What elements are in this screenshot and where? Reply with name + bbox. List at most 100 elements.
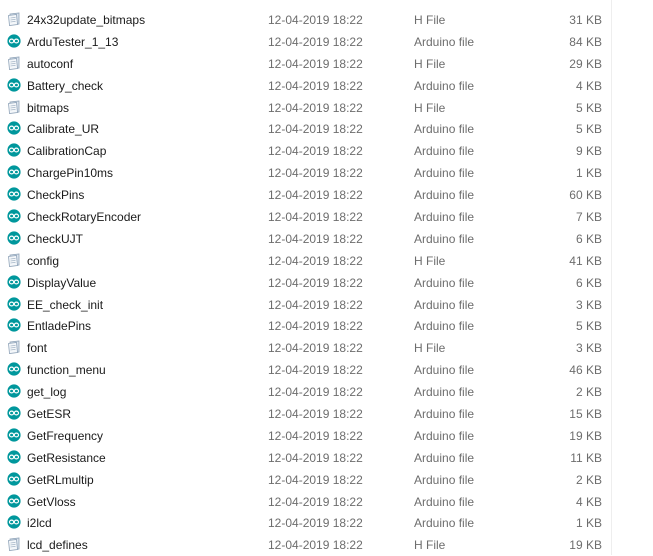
- file-date-modified: 12-04-2019 18:22: [268, 78, 363, 93]
- file-date-modified: 12-04-2019 18:22: [268, 297, 363, 312]
- file-size: 5 KB: [575, 319, 602, 334]
- arduino-file-icon: [7, 362, 21, 376]
- file-name: font: [27, 341, 48, 356]
- file-type: Arduino file: [414, 428, 475, 443]
- file-size: 19 KB: [569, 428, 602, 443]
- file-size: 5 KB: [575, 122, 602, 137]
- file-size: 84 KB: [569, 34, 602, 49]
- h-file-icon: [7, 253, 21, 267]
- file-row[interactable]: Battery_check 12-04-2019 18:22 Arduino fil…: [0, 75, 653, 97]
- file-type: H File: [414, 538, 446, 553]
- file-size: 1 KB: [575, 166, 602, 181]
- file-name: EE_check_init: [27, 297, 104, 312]
- file-date-modified: 12-04-2019 18:22: [268, 516, 363, 531]
- file-row[interactable]: GetFrequency 12-04-2019 18:22 Arduino file…: [0, 425, 653, 447]
- file-row[interactable]: bitmaps 12-04-2019 18:22 H File 5 KB: [0, 97, 653, 119]
- file-row[interactable]: GetVloss 12-04-2019 18:22 Arduino file 4 KB: [0, 491, 653, 513]
- file-row[interactable]: EE_check_init 12-04-2019 18:22 Arduino fil…: [0, 294, 653, 316]
- file-size: 4 KB: [575, 494, 602, 509]
- file-date-modified: 12-04-2019 18:22: [268, 188, 363, 203]
- file-date-modified: 12-04-2019 18:22: [268, 363, 363, 378]
- arduino-file-icon: [7, 231, 21, 245]
- file-type: H File: [414, 13, 446, 27]
- file-date-modified: 12-04-2019 18:22: [268, 538, 363, 553]
- file-type: Arduino file: [414, 231, 475, 246]
- file-date-modified: 12-04-2019 18:22: [268, 341, 363, 356]
- arduino-file-icon: [7, 78, 21, 92]
- file-name: CheckPins: [27, 188, 85, 203]
- file-row[interactable]: CalibrationCap 12-04-2019 18:22 Arduino fi…: [0, 140, 653, 162]
- file-row[interactable]: GetESR 12-04-2019 18:22 Arduino file 15 KB: [0, 403, 653, 425]
- file-date-modified: 12-04-2019 18:22: [268, 494, 363, 509]
- file-size: 1 KB: [575, 516, 602, 531]
- file-name: GetRLmultip: [27, 472, 94, 487]
- file-date-modified: 12-04-2019 18:22: [268, 144, 363, 159]
- file-row[interactable]: lcd_defines 12-04-2019 18:22 H File 19 KB: [0, 534, 653, 556]
- file-row[interactable]: font 12-04-2019 18:22 H File 3 KB: [0, 337, 653, 359]
- arduino-file-icon: [7, 296, 21, 311]
- arduino-file-icon: [7, 143, 21, 157]
- file-row[interactable]: function_menu 12-04-2019 18:22 Arduino fil…: [0, 359, 653, 381]
- file-name: Calibrate_UR: [27, 122, 100, 137]
- file-size: 4 KB: [575, 78, 602, 93]
- file-date-modified: 12-04-2019 18:22: [268, 319, 363, 334]
- file-row[interactable]: Calibrate_UR 12-04-2019 18:22 Arduino file…: [0, 118, 653, 140]
- file-name: CheckRotaryEncoder: [27, 210, 142, 225]
- file-size: 60 KB: [569, 188, 602, 203]
- arduino-file-icon: [7, 209, 21, 223]
- file-size: 19 KB: [569, 538, 602, 553]
- file-name: function_menu: [27, 363, 106, 378]
- file-type: Arduino file: [414, 407, 475, 422]
- file-name: bitmaps: [27, 100, 70, 115]
- file-name: Battery_check: [27, 78, 104, 93]
- file-type: Arduino file: [414, 34, 475, 49]
- file-row[interactable]: GetRLmultip 12-04-2019 18:22 Arduino file 2…: [0, 469, 653, 491]
- h-file-icon: [7, 537, 21, 552]
- file-size: 11 KB: [570, 450, 602, 465]
- arduino-file-icon: [7, 384, 21, 398]
- file-date-modified: 12-04-2019 18:22: [268, 100, 363, 115]
- file-row[interactable]: CheckRotaryEncoder 12-04-2019 18:22 Arduin…: [0, 206, 653, 228]
- file-type: Arduino file: [414, 188, 475, 203]
- file-date-modified: 12-04-2019 18:22: [268, 166, 363, 181]
- file-date-modified: 12-04-2019 18:22: [268, 385, 363, 400]
- file-type: H File: [414, 253, 446, 268]
- file-name: GetVloss: [27, 494, 76, 509]
- file-size: 29 KB: [569, 56, 602, 71]
- file-name: CheckUJT: [27, 231, 84, 246]
- file-name: GetESR: [27, 407, 72, 422]
- file-type: H File: [414, 341, 446, 356]
- file-row[interactable]: autoconf 12-04-2019 18:22 H File 29 KB: [0, 53, 653, 75]
- file-row[interactable]: DisplayValue 12-04-2019 18:22 Arduino file…: [0, 272, 653, 294]
- file-name: GetFrequency: [27, 428, 104, 443]
- file-type: Arduino file: [414, 385, 475, 400]
- file-date-modified: 12-04-2019 18:22: [268, 428, 363, 443]
- file-name: GetResistance: [27, 450, 106, 465]
- file-row[interactable]: GetResistance 12-04-2019 18:22 Arduino fil…: [0, 447, 653, 469]
- file-row[interactable]: get_log 12-04-2019 18:22 Arduino file 2 KB: [0, 381, 653, 403]
- file-date-modified: 12-04-2019 18:22: [268, 275, 363, 290]
- file-type: Arduino file: [414, 166, 475, 181]
- arduino-file-icon: [7, 34, 21, 48]
- file-row[interactable]: CheckUJT 12-04-2019 18:22 Arduino file 6 KB: [0, 228, 653, 250]
- file-row[interactable]: config 12-04-2019 18:22 H File 41 KB: [0, 250, 653, 272]
- file-row[interactable]: i2lcd 12-04-2019 18:22 Arduino file 1 KB: [0, 512, 653, 534]
- file-date-modified: 12-04-2019 18:22: [268, 231, 363, 246]
- file-type: Arduino file: [414, 319, 475, 334]
- file-date-modified: 12-04-2019 18:22: [268, 210, 363, 225]
- arduino-file-icon: [7, 493, 21, 508]
- file-row[interactable]: ArduTester_1_13 12-04-2019 18:22 Arduino f…: [0, 31, 653, 53]
- file-row[interactable]: ChargePin10ms 12-04-2019 18:22 Arduino fil…: [0, 162, 653, 184]
- file-size: 46 KB: [569, 363, 602, 378]
- file-type: Arduino file: [414, 297, 475, 312]
- file-type: Arduino file: [414, 122, 475, 137]
- file-date-modified: 12-04-2019 18:22: [268, 56, 363, 71]
- file-name: ChargePin10ms: [27, 166, 114, 181]
- file-row[interactable]: 24x32update_bitmaps 12-04-2019 18:22 H Fil…: [0, 9, 653, 31]
- arduino-file-icon: [7, 165, 21, 179]
- file-row[interactable]: CheckPins 12-04-2019 18:22 Arduino file 60 …: [0, 184, 653, 206]
- file-date-modified: 12-04-2019 18:22: [268, 450, 363, 465]
- file-date-modified: 12-04-2019 18:22: [268, 253, 363, 268]
- arduino-file-icon: [7, 472, 21, 486]
- file-row[interactable]: EntladePins 12-04-2019 18:22 Arduino file 5…: [0, 315, 653, 337]
